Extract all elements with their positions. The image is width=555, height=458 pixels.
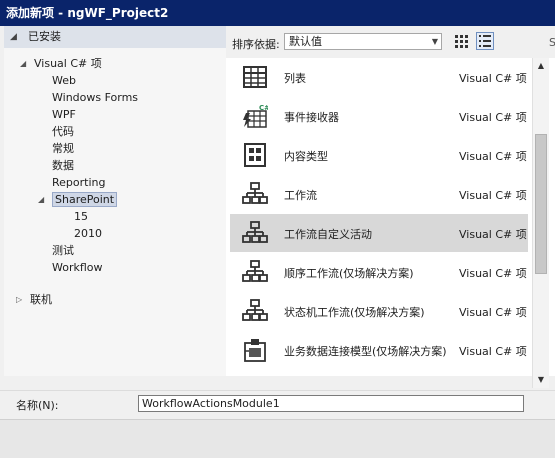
template-item-name: 列表 xyxy=(284,72,306,85)
tree-item-label: 代码 xyxy=(52,125,74,138)
template-item-name: 事件接收器 xyxy=(284,111,339,124)
template-list: 列表Visual C# 项C#事件接收器Visual C# 项内容类型Visua… xyxy=(230,58,528,376)
tree-item-label: Web xyxy=(52,74,76,87)
tree-item[interactable]: 测试 xyxy=(52,243,74,259)
content-type-icon xyxy=(242,142,268,168)
template-item-name: 业务数据连接模型(仅场解决方案) xyxy=(284,345,447,358)
template-item-language: Visual C# 项 xyxy=(459,72,527,85)
button-strip xyxy=(0,419,555,458)
bdc-model-icon xyxy=(242,337,268,363)
workflow-icon xyxy=(242,181,268,207)
tree-item[interactable]: 常规 xyxy=(52,141,74,157)
list-icon xyxy=(242,64,268,90)
tree-item[interactable]: 数据 xyxy=(52,158,74,174)
tree-item-label: Windows Forms xyxy=(52,91,139,104)
tree-item-label: Visual C# 项 xyxy=(34,57,102,70)
tree-item[interactable]: 15 xyxy=(74,209,88,225)
template-item-language: Visual C# 项 xyxy=(459,267,527,280)
installed-label: 已安装 xyxy=(28,30,61,43)
event-receiver-icon: C# xyxy=(242,103,270,129)
collapse-arrow-icon[interactable]: ◢ xyxy=(38,192,44,208)
tree-item-label: WPF xyxy=(52,108,76,121)
template-item[interactable]: 工作流自定义活动 Visual C# 项 xyxy=(230,214,528,252)
svg-text:C#: C# xyxy=(259,104,268,112)
template-item-language: Visual C# 项 xyxy=(459,111,527,124)
name-label: 名称(N): xyxy=(16,399,59,412)
tree-item-label: 联机 xyxy=(30,293,52,306)
sort-value: 默认值 xyxy=(289,35,322,48)
name-input[interactable] xyxy=(138,395,524,412)
template-item[interactable]: 业务数据连接模型(仅场解决方案) Visual C# 项 xyxy=(230,331,528,369)
template-item-name: 工作流自定义活动 xyxy=(284,228,372,241)
tree-item[interactable]: Windows Forms xyxy=(52,90,138,106)
template-item-language: Visual C# 项 xyxy=(459,345,527,358)
tree-item[interactable]: Web xyxy=(52,73,76,89)
workflow-icon xyxy=(242,298,268,324)
search-label-fragment: S xyxy=(549,36,555,49)
template-item[interactable]: 顺序工作流(仅场解决方案) Visual C# 项 xyxy=(230,253,528,291)
chevron-down-icon: ▼ xyxy=(431,37,438,46)
tree-item[interactable]: Workflow xyxy=(52,260,103,276)
tree-item[interactable]: WPF xyxy=(52,107,76,123)
scroll-up-icon[interactable]: ▲ xyxy=(534,59,548,73)
template-item-language: Visual C# 项 xyxy=(459,189,527,202)
scroll-thumb[interactable] xyxy=(535,134,547,274)
template-tree-panel: ◢ 已安装 ◢ Visual C# 项 Web Windows Forms WPF 代码常… xyxy=(4,26,227,376)
template-item[interactable]: 状态机工作流(仅场解决方案) Visual C# 项 xyxy=(230,292,528,330)
template-item-name: 工作流 xyxy=(284,189,317,202)
template-item-language: Visual C# 项 xyxy=(459,150,527,163)
tree-item-label: 2010 xyxy=(74,227,102,240)
vertical-scrollbar[interactable]: ▲ ▼ xyxy=(532,58,549,388)
items-panel: 排序依据: 默认值 ▼ S 列表 Visual C# 项 C# 事件接收器 Visual… xyxy=(226,26,555,388)
template-item[interactable]: 内容类型 Visual C# 项 xyxy=(230,136,528,174)
template-item-language: Visual C# 项 xyxy=(459,306,527,319)
template-item[interactable]: 列表 Visual C# 项 xyxy=(230,58,528,96)
tree-item-label: SharePoint xyxy=(52,192,118,207)
template-item[interactable]: C# 事件接收器 Visual C# 项 xyxy=(230,97,528,135)
details-view-button[interactable] xyxy=(476,32,494,50)
list-view-icon xyxy=(479,35,491,47)
installed-header[interactable]: ◢ 已安装 xyxy=(4,26,226,48)
tree-item[interactable]: 代码 xyxy=(52,124,74,140)
sort-toolbar: 排序依据: 默认值 ▼ S xyxy=(226,26,555,58)
sort-dropdown[interactable]: 默认值 ▼ xyxy=(284,33,442,50)
collapse-arrow-icon[interactable]: ◢ xyxy=(10,26,17,48)
tree-item[interactable]: 2010 xyxy=(74,226,102,242)
scroll-down-icon[interactable]: ▼ xyxy=(534,373,548,387)
window-title: 添加新项 - ngWF_Project2 xyxy=(0,0,555,26)
template-item-name: 状态机工作流(仅场解决方案) xyxy=(284,306,425,319)
tree-item-label: Workflow xyxy=(52,261,103,274)
template-item[interactable]: 工作流 Visual C# 项 xyxy=(230,175,528,213)
tree-item-label: 测试 xyxy=(52,244,74,257)
tree-item[interactable]: Reporting xyxy=(52,175,105,191)
template-item-partial[interactable] xyxy=(230,370,528,376)
tree-item-online[interactable]: ▷ 联机 xyxy=(16,292,52,308)
tree-item-label: 数据 xyxy=(52,159,74,172)
tree-item-label: 常规 xyxy=(52,142,74,155)
grid-view-icon xyxy=(455,35,468,48)
template-item-name: 顺序工作流(仅场解决方案) xyxy=(284,267,414,280)
template-item-name: 内容类型 xyxy=(284,150,328,163)
workflow-icon xyxy=(242,220,268,246)
tree-item[interactable]: ◢ Visual C# 项 xyxy=(20,56,102,72)
sort-label: 排序依据: xyxy=(232,38,280,51)
tree-item-label: Reporting xyxy=(52,176,106,189)
collapse-arrow-icon[interactable]: ◢ xyxy=(20,56,26,72)
medium-icons-view-button[interactable] xyxy=(452,32,470,50)
workflow-icon xyxy=(242,259,268,285)
template-item-language: Visual C# 项 xyxy=(459,228,527,241)
tree-item-label: 15 xyxy=(74,210,88,223)
expand-arrow-icon[interactable]: ▷ xyxy=(16,292,22,308)
name-bar: 名称(N): xyxy=(0,390,555,458)
tree-item[interactable]: ◢ SharePoint xyxy=(38,192,118,208)
